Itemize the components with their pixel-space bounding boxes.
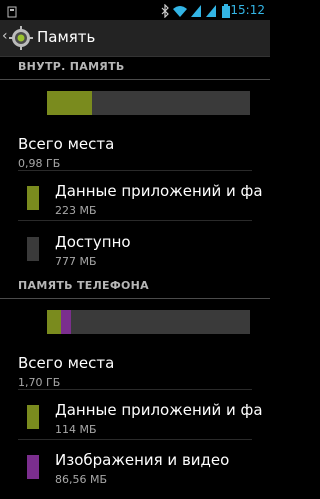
total-space-label: Всего места <box>18 354 115 372</box>
internal-apps-item[interactable]: Данные приложений и фа 223 МБ <box>0 182 270 230</box>
gear-icon[interactable] <box>9 26 33 54</box>
phone-usage-apps <box>47 310 61 334</box>
apps-color-swatch <box>27 405 39 429</box>
phone-usage-bar <box>47 310 250 334</box>
total-space-value: 0,98 ГБ <box>18 157 61 170</box>
divider <box>18 389 252 390</box>
apps-data-label: Данные приложений и фа <box>55 401 263 419</box>
available-color-swatch <box>27 237 39 261</box>
divider <box>18 439 252 440</box>
page-title: Память <box>37 28 96 46</box>
internal-available-item[interactable]: Доступно 777 МБ <box>0 233 270 281</box>
apps-data-value: 114 МБ <box>55 423 97 436</box>
apps-color-swatch <box>27 186 39 210</box>
phone-usage-images <box>60 310 71 334</box>
section-header-internal: ВНУТР. ПАМЯТЬ <box>0 57 270 80</box>
internal-total-item[interactable]: Всего места 0,98 ГБ <box>0 135 270 183</box>
status-bar: 15:12 <box>0 0 270 20</box>
internal-usage-bar <box>47 91 250 115</box>
phone-total-item[interactable]: Всего места 1,70 ГБ <box>0 354 270 402</box>
back-caret-icon[interactable]: ‹ <box>2 28 8 44</box>
section-header-phone: ПАМЯТЬ ТЕЛЕФОНА <box>0 276 270 299</box>
internal-usage-apps <box>47 91 92 115</box>
status-time: 15:12 <box>230 3 265 17</box>
action-bar: ‹ Память <box>0 20 270 57</box>
section-header-label: ВНУТР. ПАМЯТЬ <box>18 60 125 73</box>
apps-data-label: Данные приложений и фа <box>55 182 263 200</box>
divider <box>18 170 252 171</box>
section-header-label: ПАМЯТЬ ТЕЛЕФОНА <box>18 279 149 292</box>
total-space-label: Всего места <box>18 135 115 153</box>
divider <box>18 220 252 221</box>
available-value: 777 МБ <box>55 255 97 268</box>
images-color-swatch <box>27 455 39 479</box>
images-video-label: Изображения и видео <box>55 451 230 469</box>
total-space-value: 1,70 ГБ <box>18 376 61 389</box>
available-label: Доступно <box>55 233 131 251</box>
phone-images-item[interactable]: Изображения и видео 86,56 МБ <box>0 451 270 499</box>
apps-data-value: 223 МБ <box>55 204 97 217</box>
phone-apps-item[interactable]: Данные приложений и фа 114 МБ <box>0 401 270 449</box>
